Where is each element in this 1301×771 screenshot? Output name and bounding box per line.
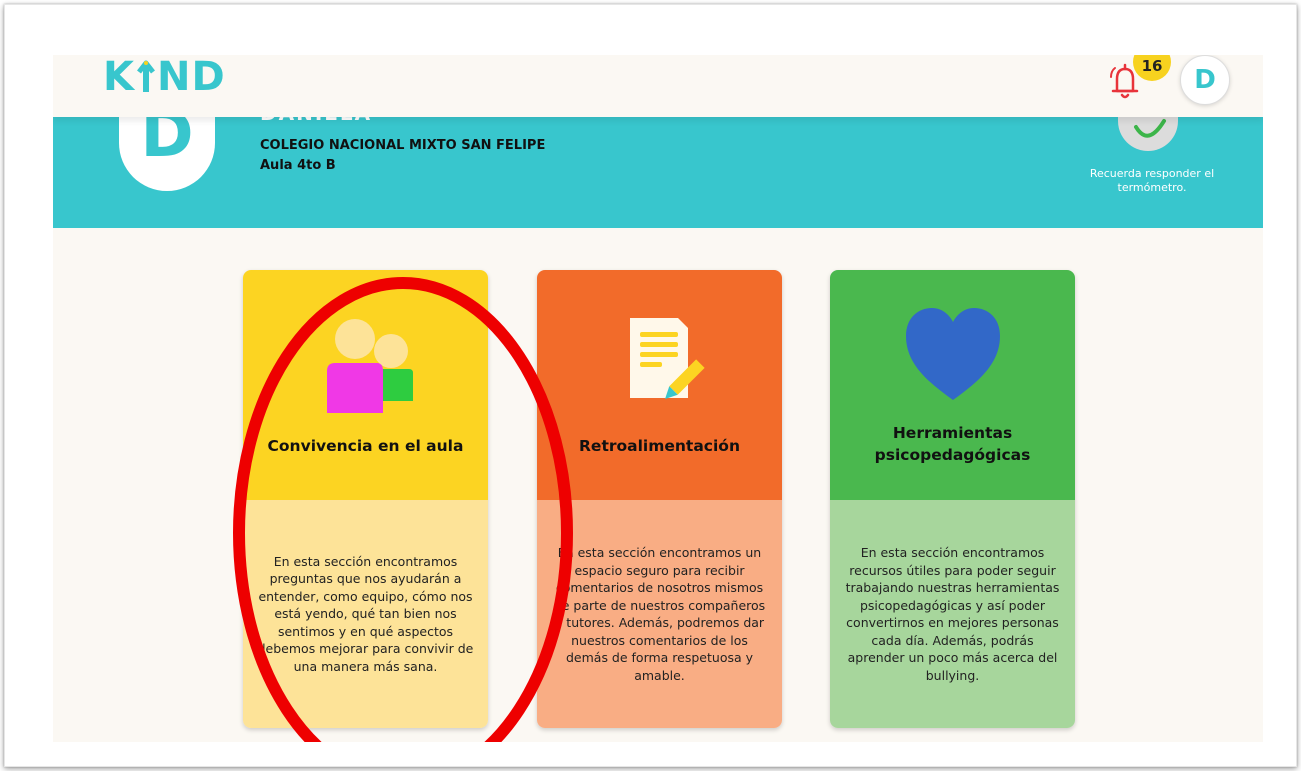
card-title: Herramientas psicopedagógicas (874, 424, 1031, 464)
top-bar: K ND 16 D (53, 55, 1263, 117)
document-pencil-icon (610, 310, 710, 414)
card-retroalimentacion[interactable]: Retroalimentación En esta sección encont… (537, 270, 782, 728)
card-title: Convivencia en el aula (267, 437, 464, 455)
card-description: En esta sección encontramos recursos úti… (830, 500, 1075, 728)
classroom-label: Aula 4to B (260, 158, 336, 173)
people-icon (311, 315, 421, 419)
user-avatar-button[interactable]: D (1180, 55, 1230, 105)
screenshot-frame: K ND 16 D D COLEGIO NACIONAL MIXTO SAN F… (4, 4, 1297, 767)
profile-banner: D DANIELA COLEGIO NACIONAL MIXTO SAN FEL… (53, 107, 1263, 228)
card-herramientas[interactable]: Herramientas psicopedagógicas En esta se… (830, 270, 1075, 728)
profile-avatar: D (119, 107, 215, 191)
card-title: Retroalimentación (579, 437, 740, 455)
logo-arrow-icon (137, 60, 155, 94)
kind-logo[interactable]: K ND (103, 55, 226, 100)
logo-letter-k: K (103, 55, 135, 100)
logo-letters-nd: ND (157, 55, 226, 100)
card-header: Retroalimentación (537, 270, 782, 500)
card-description: En esta sección encontramos preguntas qu… (243, 500, 488, 728)
card-convivencia[interactable]: Convivencia en el aula En esta sección e… (243, 270, 488, 728)
card-description: En esta sección encontramos un espacio s… (537, 500, 782, 728)
school-name: COLEGIO NACIONAL MIXTO SAN FELIPE (260, 138, 546, 153)
card-header: Herramientas psicopedagógicas (830, 270, 1075, 500)
heart-icon (898, 302, 1008, 406)
card-header: Convivencia en el aula (243, 270, 488, 500)
app-window: K ND 16 D D COLEGIO NACIONAL MIXTO SAN F… (53, 55, 1263, 742)
thermometer-reminder: Recuerda responder el termómetro. (1089, 167, 1215, 194)
